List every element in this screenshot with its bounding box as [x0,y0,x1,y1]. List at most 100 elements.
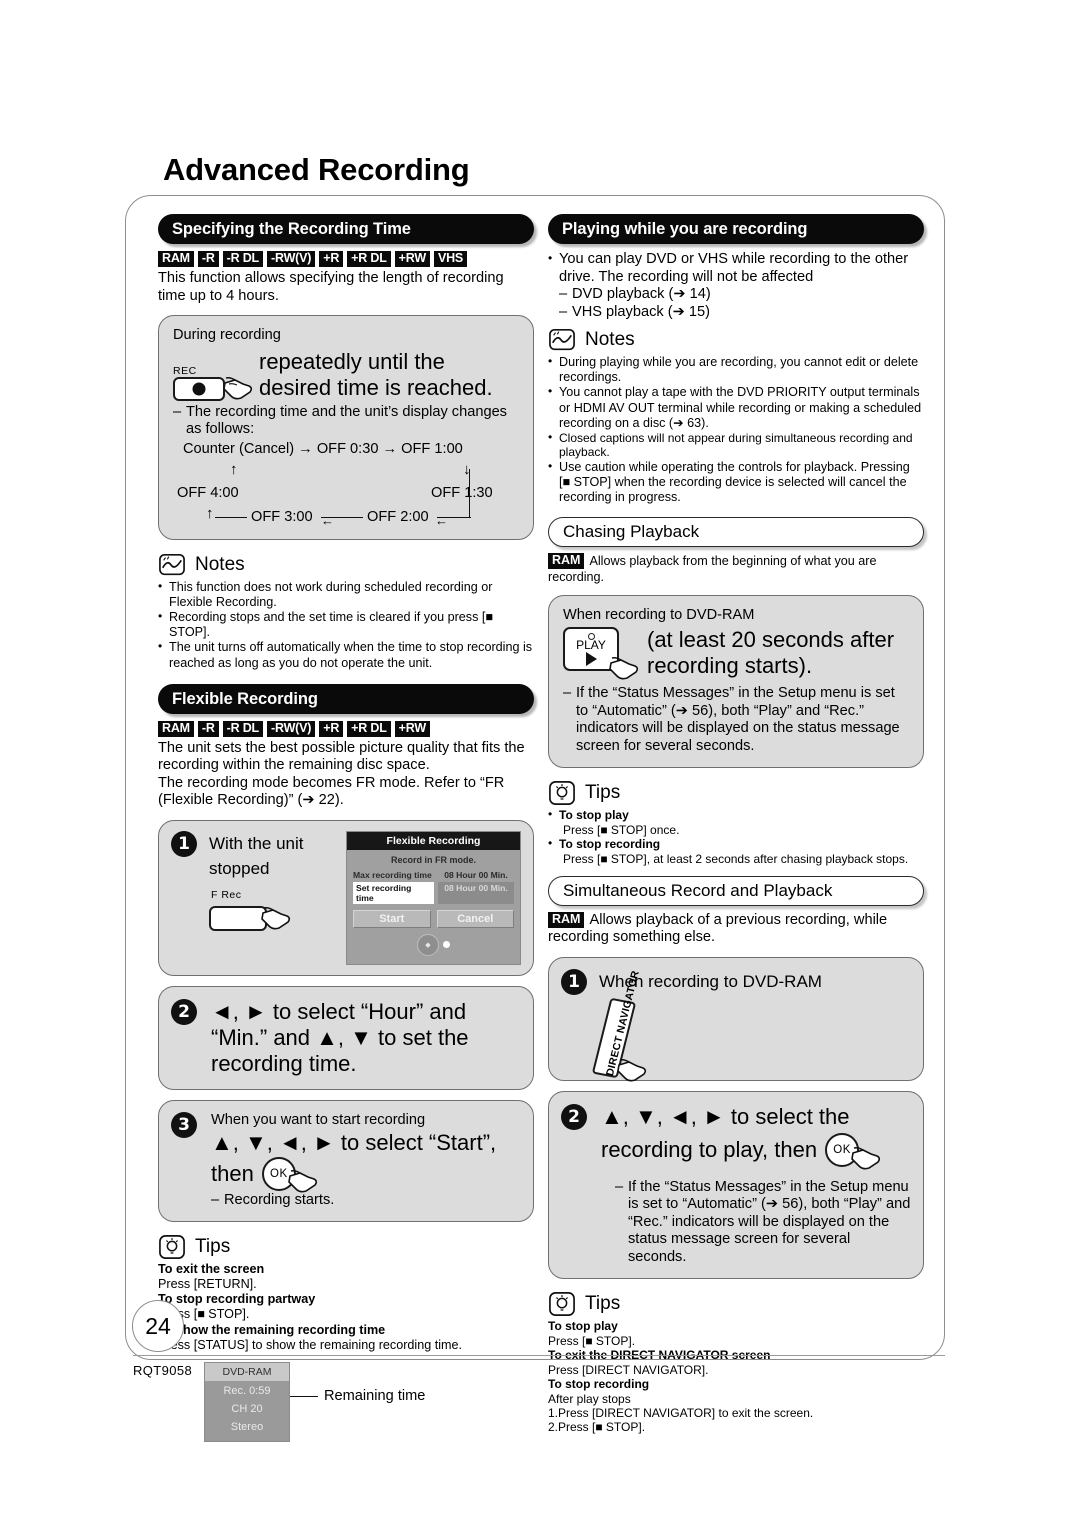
tips-label: Tips [585,1293,621,1315]
pointing-hand-icon [223,376,253,399]
flow-right-item: OFF 1:30 [431,484,493,501]
tip-head: To show the remaining recording time [158,1322,386,1337]
flow-row3-b: OFF 2:00 [367,508,429,525]
osd-line-audio: Stereo [230,1420,264,1433]
playing-dash-item: DVD playback (➔ 14) [559,286,924,304]
step-box-1-simultaneous: 1 When recording to DVD-RAM DIRECT NAVIG… [548,956,924,1082]
flow-arrow-left-1: ← [321,512,334,528]
tip-body: Press [STATUS] to show the remaining rec… [158,1337,462,1352]
tip-head: To stop recording partway [158,1292,316,1307]
step-box-1-flexible: 1 With the unit stopped F Rec Flexible R… [158,819,534,976]
notes-list-specifying: This function does not work during sched… [158,578,534,671]
dialog-max-row: Max recording time 08 Hour 00 Min. [347,869,520,881]
dialog-title: Flexible Recording [347,831,520,850]
playing-bullet-item: You can play DVD or VHS while recording … [548,250,924,286]
tip-numbered-item: 1.Press [DIRECT NAVIGATOR] to exit the s… [548,1405,814,1420]
direct-navigator-key-group: DIRECT NAVIGATOR [591,969,911,1085]
tip-head: To stop recording [559,837,661,852]
tips-heading-simultaneous: Tips [548,1291,924,1317]
intro-flexible-2: The recording mode becomes FR mode. Refe… [158,774,505,809]
tips-list-chasing: To stop play Press [■ STOP] once. To sto… [548,807,924,866]
section-heading-flexible-recording: Flexible Recording [158,683,534,714]
tip-head: To exit the screen [158,1261,265,1276]
notes-label: Notes [585,329,635,350]
step3-instruction-a: ▲, ▼, ◄, ► to select “Start”, [211,1130,497,1156]
pointing-hand-icon [287,1170,317,1193]
chasing-dash-item: If the “Status Messages” in the Setup me… [563,685,909,755]
notes-heading-specifying: Notes [158,552,534,578]
intro-text-specifying: This function allows specifying the leng… [158,270,504,304]
badge-plus-r: +R [319,251,344,267]
footer-document-code: RQT9058 [133,1363,193,1378]
dialog-buttons: Start Cancel [347,905,520,930]
badge-ram: RAM [158,251,194,267]
osd-line-channel: CH 20 [231,1402,263,1415]
step-number-2: 2 [171,998,197,1025]
osd-callout: Remaining time [290,1388,425,1406]
step2-instruction-b: recording to play, then [601,1136,818,1162]
tips-heading-chasing: Tips [548,780,924,806]
pointing-hand-icon [851,1146,881,1170]
step-number-1: 1 [171,830,197,857]
badge-plus-rw: +RW [394,720,430,737]
dialog-cancel-button[interactable]: Cancel [436,909,514,928]
tip-head: To stop play [559,808,629,823]
intro-flexible-1: The unit sets the best possible picture … [158,739,525,774]
dialog-start-button[interactable]: Start [353,909,431,928]
dpad-icon: ◆ [417,933,439,956]
tip-item: To stop recording Press [■ STOP], at lea… [548,836,924,866]
pointing-hand-icon [261,906,291,930]
note-item: The unit turns off automatically when th… [158,639,534,670]
step-number-2: 2 [561,1103,587,1130]
tip-body: Press [DIRECT NAVIGATOR]. [548,1362,709,1377]
media-badges-flexible: RAM -R -R DL -RW(V) +R +R DL +RW [158,720,534,737]
tip-item: To stop play Press [■ STOP] once. [548,807,924,837]
chasing-caption: When recording to DVD-RAM [563,606,755,623]
tips-label: Tips [195,1235,231,1257]
tip-numbered-item: 2.Press [■ STOP]. [548,1420,646,1435]
playing-dash-list: DVD playback (➔ 14) VHS playback (➔ 15) [559,286,924,321]
step3-dash-item: Recording starts. [211,1192,521,1210]
chasing-intro-text: Allows playback from the beginning of wh… [548,554,877,584]
flow-row-1: Counter (Cancel) → OFF 0:30 → OFF 1:00 [183,440,463,457]
tips-icon [549,781,575,806]
tips-icon [159,1234,185,1259]
simultaneous-intro-line: RAM Allows playback of a previous recordi… [548,911,924,947]
badge-r-dl: -R DL [222,720,263,737]
badge-vhs: VHS [433,251,468,267]
tip-body: Press [■ STOP], at least 2 seconds after… [563,851,909,866]
notes-label: Notes [195,553,245,575]
badge-plus-rw: +RW [394,251,430,267]
tip-head: To stop play [548,1319,618,1334]
rec-key-label: REC [173,364,197,377]
osd-line-rec: Rec. 0:59 [223,1384,271,1397]
step3-caption: When you want to start recording [211,1111,426,1128]
tips-list-simultaneous: To stop play Press [■ STOP]. To exit the… [548,1319,924,1434]
rec-instruction-text: repeatedly until the desired time is rea… [259,348,493,400]
page-number: 24 [132,1300,184,1352]
dialog-max-value: 08 Hour 00 Min. [444,869,508,880]
tip-body: After play stops [548,1391,631,1406]
flow-line-d [469,468,471,518]
during-recording-caption: During recording [173,327,281,343]
badge-ram: RAM [548,911,585,928]
rec-button-icon[interactable] [173,376,225,401]
badge-rw-v: -RW(V) [267,251,316,267]
pointing-hand-icon [617,1058,647,1082]
badge-r-dl: -R DL [222,251,263,267]
dialog-set-row[interactable]: Set recording time 08 Hour 00 Min. [347,881,520,905]
play-triangle-icon [585,651,597,666]
play-key-label: PLAY [576,637,606,652]
dialog-max-label: Max recording time [353,869,432,880]
dialog-set-value: 08 Hour 00 Min. [438,881,514,904]
notes-icon [549,328,575,351]
section-heading-playing-while-recording: Playing while you are recording [548,214,924,244]
note-item: This function does not work during sched… [158,578,534,610]
badge-ram: RAM [158,720,194,737]
callout-label: Remaining time [324,1387,426,1404]
note-item: Use caution while operating the controls… [548,459,924,506]
counter-flow-diagram: Counter (Cancel) → OFF 0:30 → OFF 1:00 ↑… [173,440,519,528]
callout-line [290,1395,318,1398]
tips-icon [549,1292,575,1317]
instruction-box-chasing: When recording to DVD-RAM PLAY (at least… [548,594,924,769]
